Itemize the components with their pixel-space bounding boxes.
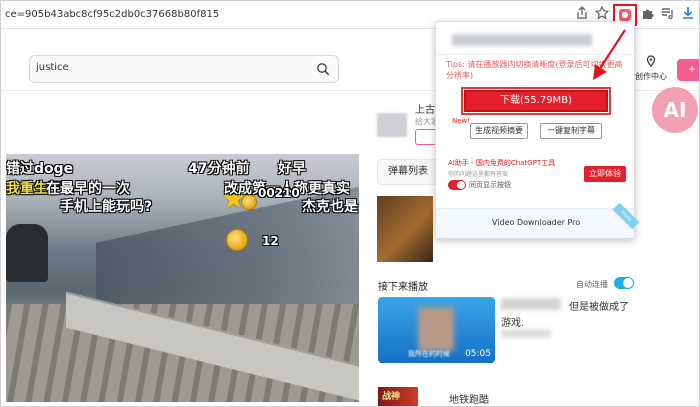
- danmaku-comment: 杰克也是: [302, 199, 358, 215]
- video-title[interactable]: 地铁跑酷: [449, 391, 489, 406]
- try-now-button[interactable]: 立即体验: [584, 166, 626, 182]
- next-video-title-line2[interactable]: 游戏.: [501, 314, 524, 329]
- toggle-knob: [457, 181, 465, 189]
- ai-assistant-subtext: 你的问题这里都有答案: [448, 171, 509, 178]
- url-text[interactable]: ce=905b43abc8cf95c2db0c37668b80f815: [5, 9, 219, 20]
- danmaku-comment: 好早: [278, 161, 306, 177]
- coin-icon: [226, 229, 248, 251]
- autoplay-toggle[interactable]: [614, 277, 634, 289]
- danmaku-comment: 错过doge: [6, 161, 74, 177]
- video-thumbnail[interactable]: [377, 196, 433, 262]
- autoplay-label: 自动连播: [576, 280, 608, 289]
- extension-icon[interactable]: ●: [619, 9, 631, 21]
- copy-subtitle-button[interactable]: 一键复制字幕: [540, 123, 602, 139]
- video-duration: 05:05: [465, 349, 491, 359]
- banner-label: Video Downloader Pro: [492, 218, 581, 227]
- search-box[interactable]: [29, 55, 339, 83]
- browser-window: ce=905b43abc8cf95c2db0c37668b80f815 ● 创作…: [0, 0, 700, 407]
- next-video-title[interactable]: 但是被做成了: [569, 298, 629, 313]
- video-scene-train: [6, 224, 48, 282]
- ai-assistant-badge[interactable]: AI: [652, 87, 698, 133]
- pin-icon: [646, 55, 656, 67]
- up-next-heading: 接下来播放: [378, 282, 428, 293]
- follow-button[interactable]: [415, 129, 437, 145]
- danmaku-comment: 手机上能玩吗?: [60, 199, 153, 215]
- sync-button-toggle[interactable]: [448, 180, 466, 190]
- playlist-icon[interactable]: [659, 6, 677, 24]
- coin-counter: 12: [262, 234, 279, 248]
- score-counter: 00210: [258, 186, 300, 200]
- uploader-name[interactable]: 上古: [415, 101, 435, 116]
- danmaku-comment: 在最早的一次: [46, 181, 130, 197]
- avatar[interactable]: [377, 113, 407, 137]
- puzzle-icon[interactable]: [639, 6, 657, 24]
- upload-button[interactable]: +: [677, 59, 699, 81]
- download-button[interactable]: 下载(55.79MB): [461, 87, 611, 115]
- danmaku-list-tab[interactable]: 弹幕列表: [377, 159, 437, 185]
- thumbnail-text: 战神: [382, 392, 401, 402]
- blurred-video-title: [452, 34, 592, 46]
- sync-toggle-label: 同页显示按钮: [469, 181, 511, 189]
- danmaku-comment: 47分钟前: [188, 161, 250, 177]
- search-input[interactable]: [36, 62, 296, 73]
- download-icon[interactable]: [679, 6, 697, 24]
- new-badge: New!: [452, 117, 471, 125]
- toggle-knob: [623, 278, 633, 288]
- generate-summary-button[interactable]: 生成视频摘要: [470, 123, 528, 139]
- search-icon[interactable]: [316, 62, 330, 76]
- corner-ribbon: more: [612, 202, 640, 230]
- thumbnail-caption: 我所在的时候: [408, 350, 450, 358]
- video-thumbnail[interactable]: 战神: [378, 387, 418, 406]
- video-player[interactable]: ★ 错过doge 我重生了 好早 47分钟前 改成第一人称更真实 在最早的一次 …: [6, 154, 359, 402]
- blurred-title-segment: [501, 298, 561, 310]
- video-downloader-pro-banner[interactable]: Video Downloader Pro more: [436, 202, 640, 238]
- blurred-meta: [501, 329, 551, 338]
- next-video-thumbnail[interactable]: 我所在的时候 05:05: [378, 297, 495, 363]
- annotation-arrow: [593, 29, 626, 80]
- thumbnail-face-blur: [418, 307, 454, 351]
- ai-assistant-promo: AI助手 - 国内免费的ChatGPT工具: [448, 159, 556, 167]
